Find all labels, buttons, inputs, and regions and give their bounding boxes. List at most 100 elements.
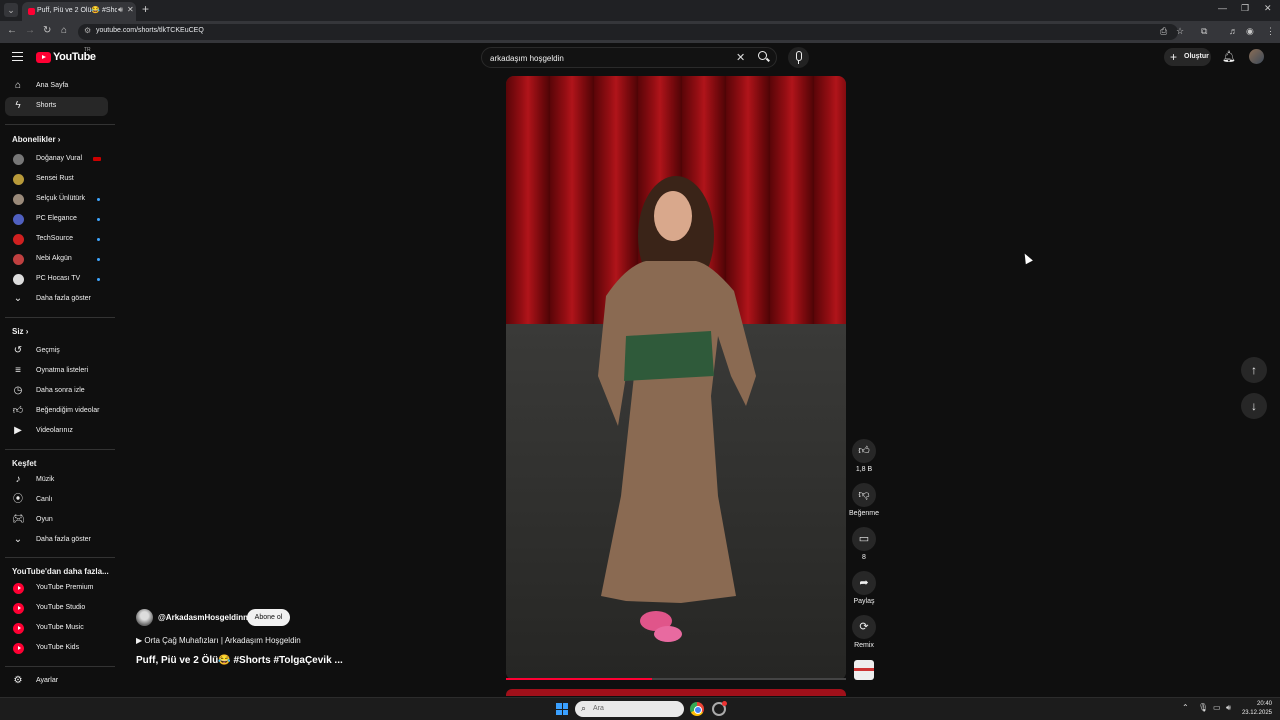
show-more-subscriptions[interactable]: ⌄ Daha fazla göster — [5, 290, 108, 309]
site-info-icon[interactable]: ⚙ — [84, 26, 91, 35]
create-button[interactable]: + Oluştur — [1164, 48, 1211, 66]
address-bar-row: ← → ↻ ⌂ ⚙ youtube.com/shorts/tlkTCKEuCEQ… — [0, 21, 1280, 43]
taskbar-search[interactable]: ⌕ Ara — [575, 701, 684, 717]
home-button-icon[interactable]: ⌂ — [61, 25, 67, 36]
youtube-favicon-icon — [28, 8, 35, 15]
browser-tab[interactable]: Puff, Piü ve 2 Ölü😂 #Shorts 🔊︎ ✕ — [22, 2, 136, 21]
notifications-bell-icon[interactable]: 🔔︎ — [1222, 50, 1236, 63]
sidebar-item-youtube-kids[interactable]: YouTube Kids — [5, 639, 108, 658]
url-bar[interactable]: ⚙ youtube.com/shorts/tlkTCKEuCEQ — [78, 24, 1178, 40]
channel-name[interactable]: @ArkadasmHosgeldinn — [158, 613, 248, 622]
sidebar-item-playlists[interactable]: ≡ Oynatma listeleri — [5, 362, 108, 381]
tab-title: Puff, Piü ve 2 Ölü😂 #Shorts — [37, 7, 117, 14]
progress-fill — [506, 678, 653, 680]
sidebar-item-youtube-music[interactable]: YouTube Music — [5, 619, 108, 638]
profile-icon[interactable]: ◉ — [1246, 26, 1254, 37]
sidebar-item-subscription[interactable]: Sensei Rust — [5, 170, 108, 189]
browser-menu-icon[interactable]: ⋮ — [1266, 26, 1275, 37]
window-close-icon[interactable]: ✕ — [1264, 3, 1272, 14]
sidebar-item-subscription[interactable]: Doğanay Vural — [5, 150, 108, 169]
sidebar-item-subscription[interactable]: TechSource — [5, 230, 108, 249]
search-icon[interactable] — [758, 51, 767, 60]
tab-close-icon[interactable]: ✕ — [127, 5, 134, 14]
tab-search-icon[interactable]: ⌄ — [4, 3, 18, 17]
channel-avatar — [13, 194, 24, 205]
account-avatar[interactable] — [1249, 49, 1264, 64]
sidebar-item-subscription[interactable]: Nebi Akgün — [5, 250, 108, 269]
microphone-icon[interactable]: 🎙︎ — [1198, 703, 1208, 712]
chrome-icon[interactable] — [690, 702, 704, 716]
back-icon[interactable]: ← — [7, 25, 17, 36]
sidebar-item-shorts[interactable]: ϟ Shorts — [5, 97, 108, 116]
sidebar-item-label: Ayarlar — [36, 677, 59, 684]
channel-avatar[interactable] — [136, 609, 153, 626]
sidebar-item-liked-videos[interactable]: 👍︎ Beğendiğim videolar — [5, 402, 108, 421]
remix-button[interactable]: ⟳ — [852, 615, 876, 639]
video-progress-bar[interactable] — [506, 678, 846, 680]
sidebar-item-gaming[interactable]: 🎮︎ Oyun — [5, 511, 108, 530]
sidebar-item-label: Sensei Rust — [36, 175, 74, 182]
sidebar-item-settings[interactable]: ⚙ Ayarlar — [5, 672, 108, 691]
search-box[interactable]: ✕ — [481, 47, 777, 68]
sidebar-item-label: Daha sonra izle — [36, 387, 85, 394]
sidebar-item-live[interactable]: ⦿ Canlı — [5, 491, 108, 510]
sidebar-item-subscription[interactable]: Selçuk Ünlütürk — [5, 190, 108, 209]
app-icon[interactable] — [712, 701, 727, 716]
subscribe-button[interactable]: Abone ol — [247, 609, 290, 626]
extensions-icon[interactable]: ⧉ — [1201, 26, 1207, 37]
display-icon[interactable]: ▭ — [1213, 703, 1221, 712]
sidebar-item-watch-later[interactable]: ◷ Daha sonra izle — [5, 382, 108, 401]
media-icon[interactable]: ♬ — [1229, 26, 1238, 36]
next-short-preview[interactable] — [506, 689, 846, 696]
new-tab-icon[interactable]: + — [142, 2, 149, 16]
forward-icon[interactable]: → — [25, 25, 35, 36]
like-button[interactable]: 👍︎ — [852, 439, 876, 463]
sidebar-item-music[interactable]: ♪ Müzik — [5, 471, 108, 490]
sidebar-item-subscription[interactable]: PC Elegance — [5, 210, 108, 229]
bookmark-star-icon[interactable]: ☆ — [1176, 26, 1184, 37]
taskbar-clock[interactable]: 20:40 23.12.2025 — [1240, 700, 1272, 718]
clock-date: 23.12.2025 — [1241, 710, 1272, 716]
minimize-icon[interactable]: — — [1218, 3, 1227, 13]
performer-figure — [598, 176, 756, 642]
sidebar-item-subscription[interactable]: PC Hocası TV — [5, 270, 108, 289]
divider — [5, 317, 115, 318]
show-more-explore[interactable]: ⌄ Daha fazla göster — [5, 531, 108, 550]
sidebar-item-home[interactable]: ⌂ Ana Sayfa — [5, 77, 108, 96]
sound-thumbnail[interactable] — [854, 660, 874, 680]
volume-icon[interactable]: 🔊︎ — [1226, 703, 1231, 713]
channel-avatar — [13, 174, 24, 185]
tray-chevron-icon[interactable]: ⌃ — [1182, 703, 1189, 712]
channel-avatar — [13, 234, 24, 245]
dislike-label: Beğenme — [849, 510, 879, 517]
next-short-button[interactable]: ↓ — [1241, 393, 1267, 419]
divider — [5, 666, 115, 667]
search-input[interactable] — [490, 51, 730, 65]
subscriptions-heading[interactable]: Abonelikler › — [12, 135, 60, 144]
sidebar-item-history[interactable]: ↺ Geçmiş — [5, 342, 108, 361]
reload-icon[interactable]: ↻ — [43, 25, 51, 36]
clear-search-icon[interactable]: ✕ — [736, 51, 745, 64]
you-heading[interactable]: Siz › — [12, 327, 28, 336]
speaker-icon[interactable]: 🔊︎ — [118, 5, 123, 15]
restore-icon[interactable]: ❐ — [1241, 3, 1249, 14]
comments-button[interactable]: ▭ — [852, 527, 876, 551]
new-content-dot — [97, 198, 100, 201]
sidebar-item-your-videos[interactable]: ▶ Videolarınız — [5, 422, 108, 441]
install-icon[interactable]: ⎙ — [1160, 26, 1167, 37]
voice-search-icon[interactable] — [788, 47, 809, 68]
shorts-video-player[interactable] — [506, 76, 846, 680]
clock-time: 20:40 — [1256, 701, 1272, 707]
share-button[interactable]: ➦ — [852, 571, 876, 595]
sidebar-item-label: Videolarınız — [36, 427, 73, 434]
windows-start-icon[interactable] — [556, 703, 568, 715]
arrow-down-icon: ↓ — [1251, 399, 1257, 413]
channel-avatar — [13, 214, 24, 225]
url-text[interactable]: youtube.com/shorts/tlkTCKEuCEQ — [96, 27, 204, 34]
menu-icon[interactable] — [12, 52, 23, 61]
dislike-button[interactable]: 👎︎ — [852, 483, 876, 507]
playlist-link[interactable]: ▶ Orta Çağ Muhafızları | Arkadaşım Hoşge… — [136, 636, 301, 645]
sidebar-item-youtube-studio[interactable]: YouTube Studio — [5, 599, 108, 618]
sidebar-item-youtube-premium[interactable]: YouTube Premium — [5, 579, 108, 598]
previous-short-button[interactable]: ↑ — [1241, 357, 1267, 383]
